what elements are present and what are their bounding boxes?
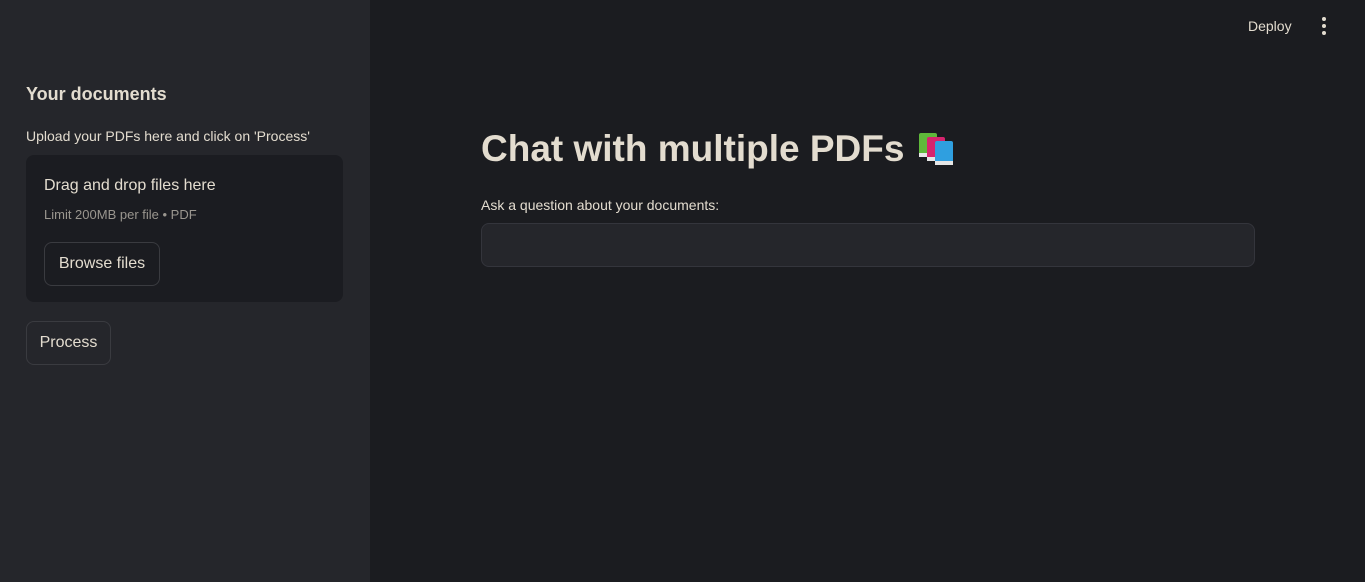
process-button[interactable]: Process (26, 321, 111, 365)
vertical-ellipsis-icon[interactable] (1315, 15, 1333, 37)
menu-dot (1322, 17, 1326, 21)
sidebar: Your documents Upload your PDFs here and… (0, 0, 370, 582)
sidebar-description: Upload your PDFs here and click on 'Proc… (26, 128, 310, 144)
dropzone-title: Drag and drop files here (44, 177, 216, 194)
books-icon (916, 129, 960, 169)
menu-dot (1322, 24, 1326, 28)
sidebar-title: Your documents (26, 84, 167, 104)
page-title: Chat with multiple PDFs (481, 128, 905, 169)
question-input[interactable] (481, 223, 1255, 267)
main-area: Deploy Chat with multiple PDFs Ask a que… (370, 0, 1365, 582)
browse-files-button[interactable]: Browse files (44, 242, 160, 286)
dropzone-limit: Limit 200MB per file • PDF (44, 207, 197, 222)
file-dropzone[interactable]: Drag and drop files here Limit 200MB per… (26, 155, 343, 302)
page-title-row: Chat with multiple PDFs (481, 128, 960, 170)
deploy-button[interactable]: Deploy (1240, 16, 1300, 36)
question-label: Ask a question about your documents: (481, 197, 720, 213)
menu-dot (1322, 31, 1326, 35)
